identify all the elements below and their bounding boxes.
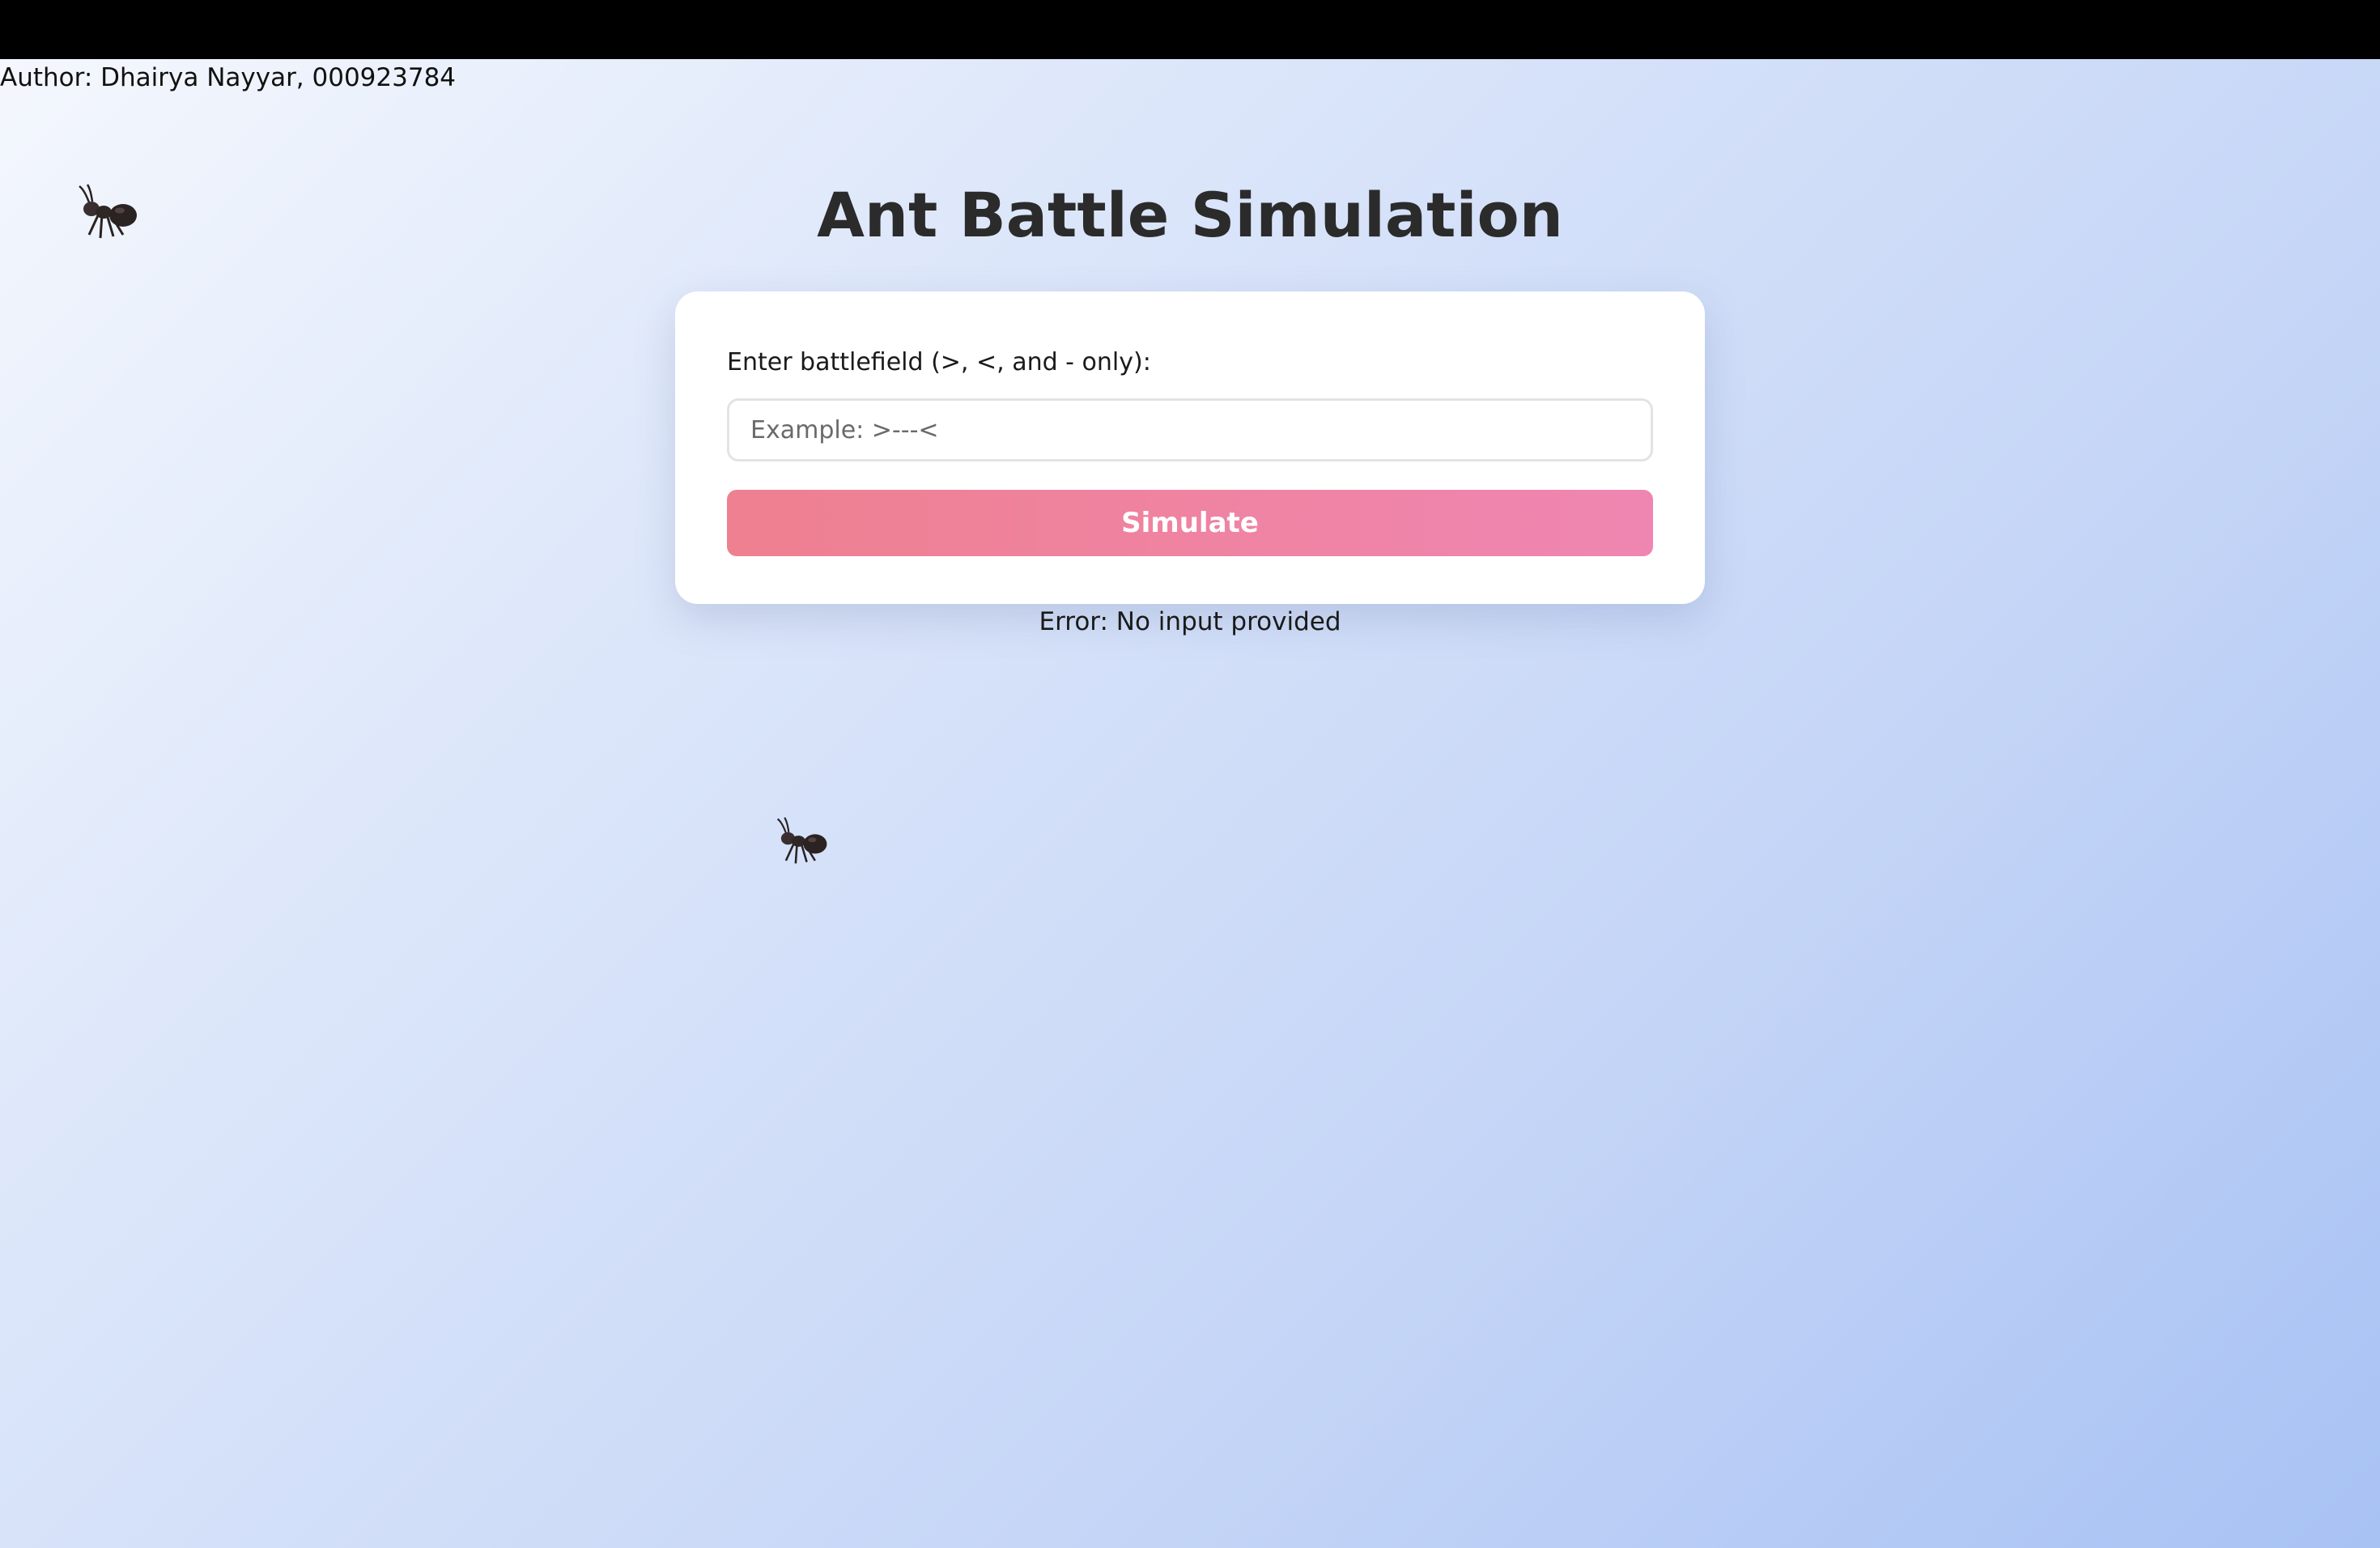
- error-message: Error: No input provided: [1039, 607, 1341, 636]
- browser-top-bar: [0, 0, 2380, 59]
- simulate-button[interactable]: Simulate: [727, 490, 1653, 556]
- author-credit: Author: Dhairya Nayyar, 000923784: [0, 63, 457, 92]
- page-title: Ant Battle Simulation: [817, 179, 1563, 251]
- simulation-form-card: Enter battlefield (>, <, and - only): Si…: [675, 291, 1705, 604]
- battlefield-input[interactable]: [727, 398, 1653, 461]
- ant-icon: [771, 812, 829, 870]
- page-viewport: Author: Dhairya Nayyar, 000923784 Ant Ba…: [0, 59, 2380, 1548]
- battlefield-label: Enter battlefield (>, <, and - only):: [727, 348, 1151, 376]
